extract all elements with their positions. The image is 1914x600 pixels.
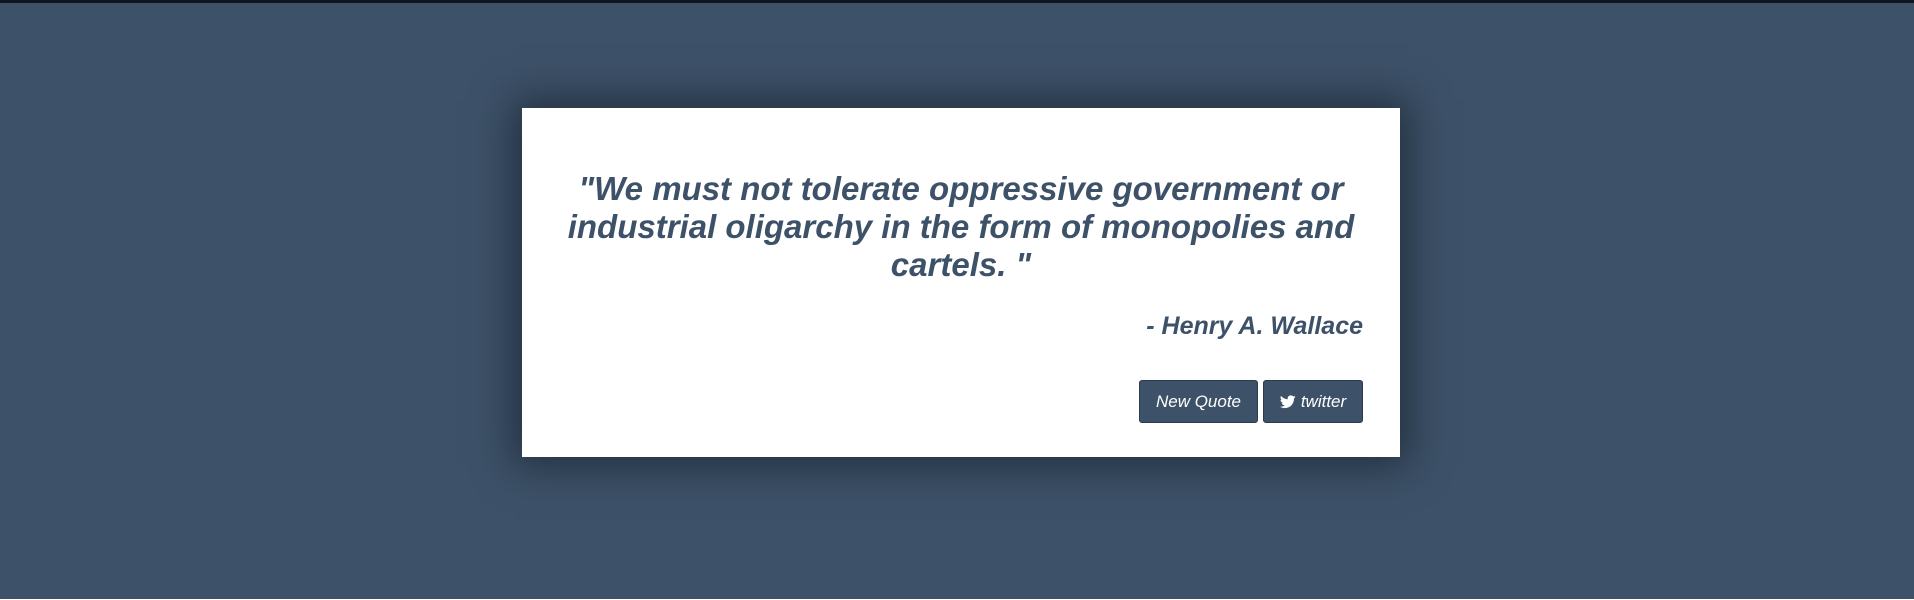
quote-actions: New Quote twitter bbox=[1139, 380, 1363, 423]
quote-author: - Henry A. Wallace bbox=[1146, 312, 1363, 340]
page-background: "We must not tolerate oppressive governm… bbox=[0, 0, 1914, 600]
quote-box: "We must not tolerate oppressive governm… bbox=[522, 108, 1400, 457]
new-quote-button[interactable]: New Quote bbox=[1139, 380, 1258, 423]
twitter-icon bbox=[1279, 394, 1296, 409]
new-quote-label: New Quote bbox=[1155, 391, 1242, 411]
twitter-label: twitter bbox=[1300, 391, 1347, 411]
quote-text: "We must not tolerate oppressive governm… bbox=[567, 170, 1355, 283]
tweet-button[interactable]: twitter bbox=[1263, 380, 1363, 423]
